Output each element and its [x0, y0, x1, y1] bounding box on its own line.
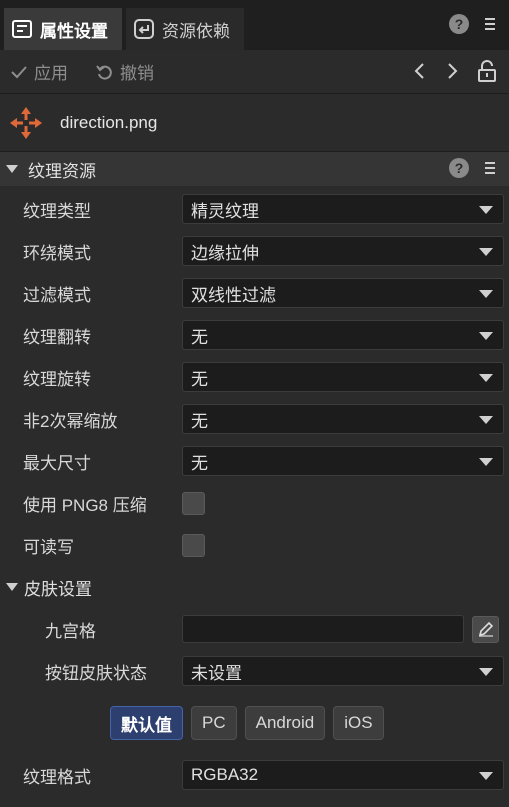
collapse-triangle-icon[interactable]	[6, 165, 18, 173]
dropdown-arrow-icon	[479, 290, 493, 298]
platform-pc-button[interactable]: PC	[191, 706, 237, 740]
group-skin-settings[interactable]: 皮肤设置	[0, 566, 509, 608]
prop-row-npot-scale: 非2次幂缩放 无	[0, 398, 509, 440]
edit-nine-grid-button[interactable]	[472, 615, 499, 643]
section-actions: ?	[449, 158, 497, 178]
help-icon[interactable]: ?	[449, 14, 469, 34]
wrap-mode-select[interactable]: 边缘拉伸	[182, 236, 504, 266]
section-title: 纹理资源	[28, 161, 96, 181]
npot-scale-select[interactable]: 无	[182, 404, 504, 434]
check-icon	[11, 65, 27, 78]
dropdown-arrow-icon	[479, 458, 493, 466]
prop-label: 环绕模式	[23, 243, 91, 263]
button-skin-state-select[interactable]: 未设置	[182, 656, 504, 686]
select-value: 无	[191, 411, 208, 431]
prop-label: 纹理格式	[23, 767, 91, 787]
undo-icon	[96, 64, 112, 80]
tab-properties-label: 属性设置	[40, 21, 108, 41]
toolbar-nav	[413, 60, 497, 82]
select-value: RGBA32	[191, 765, 259, 784]
tab-properties[interactable]: 属性设置	[4, 8, 122, 50]
prop-row-rotate: 纹理旋转 无	[0, 356, 509, 398]
dropdown-arrow-icon	[479, 668, 493, 676]
prop-label: 过滤模式	[23, 285, 91, 305]
flip-select[interactable]: 无	[182, 320, 504, 350]
prop-row-wrap-mode: 环绕模式 边缘拉伸	[0, 230, 509, 272]
select-value: 边缘拉伸	[191, 243, 259, 263]
pen-icon	[478, 621, 493, 637]
max-size-select[interactable]: 无	[182, 446, 504, 476]
revert-button[interactable]: 撤销	[96, 59, 154, 84]
filter-mode-select[interactable]: 双线性过滤	[182, 278, 504, 308]
prop-label: 纹理翻转	[23, 327, 91, 347]
prop-label: 纹理类型	[23, 201, 91, 221]
prop-row-nine-grid: 九宫格	[0, 608, 509, 650]
section-help-icon[interactable]: ?	[449, 158, 469, 178]
dropdown-arrow-icon	[479, 206, 493, 214]
chevron-right-icon[interactable]	[445, 61, 459, 81]
prop-row-texture-format: 纹理格式 RGBA32	[0, 754, 509, 796]
asset-header: direction.png	[0, 94, 509, 152]
section-texture-resource[interactable]: 纹理资源 ?	[0, 152, 509, 186]
readwrite-checkbox[interactable]	[182, 533, 205, 557]
chevron-left-icon[interactable]	[413, 61, 427, 81]
texture-type-select[interactable]: 精灵纹理	[182, 194, 504, 224]
menu-icon[interactable]	[483, 16, 497, 32]
texture-format-select[interactable]: RGBA32	[182, 760, 504, 790]
group-title: 皮肤设置	[24, 579, 92, 599]
select-value: 无	[191, 453, 208, 473]
unlock-icon[interactable]	[477, 60, 497, 82]
platform-tabs: 默认值 PC Android iOS	[0, 692, 509, 754]
prop-row-button-skin-state: 按钮皮肤状态 未设置	[0, 650, 509, 692]
prop-row-filter-mode: 过滤模式 双线性过滤	[0, 272, 509, 314]
select-value: 双线性过滤	[191, 285, 276, 305]
prop-row-texture-type: 纹理类型 精灵纹理	[0, 188, 509, 230]
prop-label: 按钮皮肤状态	[45, 663, 147, 683]
dropdown-arrow-icon	[479, 772, 493, 780]
asset-file-name: direction.png	[60, 112, 158, 132]
select-value: 无	[191, 369, 208, 389]
tab-dependencies-label: 资源依赖	[162, 21, 230, 41]
apply-button[interactable]: 应用	[10, 59, 68, 84]
tab-dependencies[interactable]: 资源依赖	[126, 8, 244, 50]
select-value: 精灵纹理	[191, 201, 259, 221]
prop-label: 使用 PNG8 压缩	[23, 495, 147, 515]
tabbar-actions: ?	[449, 14, 497, 34]
prop-label: 纹理旋转	[23, 369, 91, 389]
tab-bar: 属性设置 资源依赖 ?	[0, 0, 509, 50]
nine-grid-input[interactable]	[182, 615, 464, 643]
section-menu-icon[interactable]	[483, 160, 497, 176]
prop-row-png8: 使用 PNG8 压缩	[0, 482, 509, 524]
dropdown-arrow-icon	[479, 332, 493, 340]
prop-row-flip: 纹理翻转 无	[0, 314, 509, 356]
collapse-triangle-icon[interactable]	[6, 583, 18, 591]
png8-checkbox[interactable]	[182, 491, 205, 515]
apply-label: 应用	[34, 64, 68, 83]
move-arrows-icon	[10, 106, 42, 139]
platform-android-button[interactable]: Android	[244, 706, 326, 740]
prop-row-readwrite: 可读写	[0, 524, 509, 566]
dropdown-arrow-icon	[479, 374, 493, 382]
properties-icon	[12, 20, 32, 38]
toolbar: 应用 撤销	[0, 50, 509, 94]
rotate-select[interactable]: 无	[182, 362, 504, 392]
select-value: 未设置	[191, 663, 242, 683]
dropdown-arrow-icon	[479, 416, 493, 424]
platform-default-button[interactable]: 默认值	[110, 706, 183, 740]
prop-row-max-size: 最大尺寸 无	[0, 440, 509, 482]
select-value: 无	[191, 327, 208, 347]
prop-label: 九宫格	[45, 621, 96, 641]
dependency-icon	[134, 19, 154, 39]
prop-label: 非2次幂缩放	[23, 411, 118, 431]
revert-label: 撤销	[120, 64, 154, 83]
platform-ios-button[interactable]: iOS	[333, 706, 384, 740]
dropdown-arrow-icon	[479, 248, 493, 256]
prop-label: 可读写	[23, 537, 74, 557]
prop-label: 最大尺寸	[23, 453, 91, 473]
